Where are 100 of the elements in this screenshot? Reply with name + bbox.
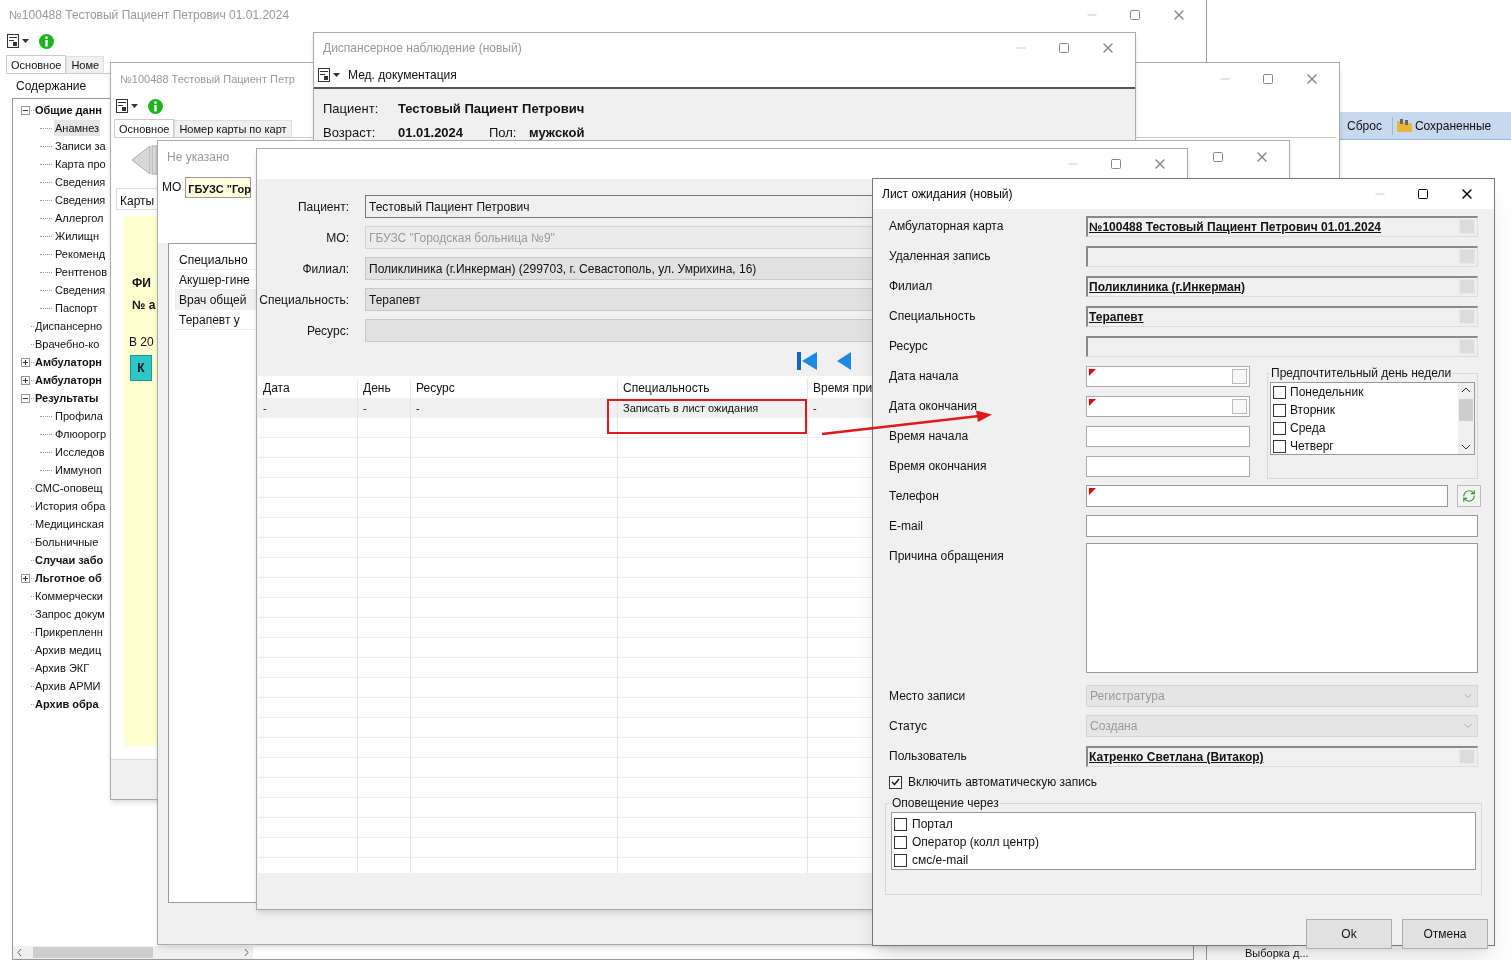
sex-value: мужской [529,124,585,143]
open-button[interactable]: К [130,355,152,381]
organization-field[interactable]: ГБУЗС "Гор [185,176,252,198]
tree-item[interactable]: Коммерчески [35,587,103,605]
calendar-button[interactable] [1232,368,1247,384]
tree-item[interactable]: Жилищн [54,227,100,245]
checkbox[interactable] [1273,421,1286,435]
tree-item[interactable]: Общие данн [35,101,102,119]
field-label: Пользователь [889,748,968,765]
tree-item[interactable]: Льготное об [35,569,102,587]
required-marker-icon [1089,368,1096,376]
tree-item[interactable]: Архив ЭКГ [35,659,90,677]
document-icon[interactable] [116,99,128,113]
tab[interactable]: Номер карты по карт [174,120,292,137]
tree-item[interactable]: Исследов [54,443,106,461]
info-icon[interactable] [39,33,54,49]
tree-item[interactable]: Результаты [35,389,99,407]
tree-item[interactable]: СМС-оповещ [35,479,103,497]
first-page-icon[interactable] [797,352,817,370]
collapse-icon[interactable] [21,393,30,403]
checkbox[interactable] [1273,385,1286,399]
reset-button[interactable]: Сброс [1347,116,1382,135]
tree-item[interactable]: Анамнез [54,119,101,137]
tab[interactable]: Карты [116,188,158,210]
tab[interactable]: Основное [114,119,175,137]
tree-item[interactable]: Амбулаторн [35,371,102,389]
group-title: Содержание [15,78,88,95]
tree-item[interactable]: Больничные [35,533,99,551]
tab[interactable]: Основное [6,55,67,73]
tree-item[interactable]: Карта про [54,155,107,173]
reason-textarea[interactable] [1086,543,1478,673]
caret-icon[interactable] [333,73,340,77]
expand-icon[interactable] [21,573,30,583]
tree-item[interactable]: Амбулаторн [35,353,102,371]
checkbox[interactable] [894,835,907,849]
caret-icon[interactable] [22,39,29,43]
dialog-button[interactable]: Ok [1306,919,1392,949]
calendar-button[interactable] [1232,398,1247,414]
lookup-field[interactable] [1086,245,1478,267]
email-field[interactable] [1086,515,1478,537]
time-field[interactable] [1086,425,1250,447]
checkbox[interactable] [1273,403,1286,417]
tree-item[interactable]: Записи за [54,137,107,155]
date-field[interactable] [1086,395,1250,417]
tree-item[interactable]: Диспансерно [35,317,103,335]
group-title: Предпочтительный день недели [1270,366,1453,380]
checkbox[interactable] [894,817,907,831]
document-icon[interactable] [7,34,19,48]
tree-item[interactable]: Профила [54,407,104,425]
lookup-field[interactable]: Терапевт [1086,305,1478,327]
phone-field[interactable] [1086,485,1448,507]
previous-page-icon[interactable] [835,352,851,370]
lookup-field[interactable]: Катренко Светлана (Витакор) [1086,745,1478,767]
tree-item[interactable]: Архив АРМИ [35,677,101,695]
tree-item[interactable]: Архив обра [35,695,99,713]
maximize-icon[interactable] [1417,188,1429,200]
tree-item[interactable]: Сведения [54,281,107,299]
lookup-field[interactable]: Поликлиника (г.Инкерман) [1086,275,1478,297]
tree-item[interactable]: Аллергол [54,209,105,227]
checkbox[interactable] [889,775,902,789]
tree-item[interactable]: Случаи забо [35,551,104,569]
tree-item[interactable]: Архив медиц [35,641,102,659]
document-icon[interactable] [318,68,330,82]
tree-item[interactable]: История обра [35,497,106,515]
tree-item[interactable]: Флюорогр [54,425,108,443]
dialog-button[interactable]: Отмена [1402,919,1488,949]
tab[interactable]: Номе [66,56,105,73]
tree-item[interactable]: Медицинская [35,515,104,533]
back-arrow-icon[interactable] [130,144,158,176]
tree-item[interactable]: Паспорт [54,299,99,317]
caret-icon[interactable] [131,104,138,108]
lookup-field[interactable]: №100488 Тестовый Пациент Петрович 01.01.2024 [1086,215,1478,237]
expand-icon[interactable] [21,375,30,385]
tree-item[interactable]: Врачебно-ко [35,335,100,353]
scrollbar[interactable] [1458,383,1474,454]
expand-icon[interactable] [21,357,30,367]
checkbox-label: Оператор (колл центр) [912,834,1039,851]
tree-item[interactable]: Рентгенов [54,263,108,281]
collapse-icon[interactable] [21,105,30,115]
checkbox[interactable] [894,853,907,867]
scrollbar[interactable] [13,946,253,959]
window-title: №100488 Тестовый Пациент Петрович 01.01.2024 [9,7,290,24]
checkbox-label: Понедельник [1290,384,1364,401]
checkbox[interactable] [1273,439,1286,453]
tree-item[interactable]: Прикрепленн [35,623,103,641]
tree-item[interactable]: Рекоменд [54,245,107,263]
time-field[interactable] [1086,455,1250,477]
lookup-field[interactable] [1086,335,1478,357]
info-icon[interactable] [148,98,163,114]
tree-item[interactable]: Запрос докум [35,605,105,623]
tree-item[interactable]: Сведения [54,191,107,209]
saved-menu-button[interactable]: Сохраненные [1391,116,1492,135]
field-label: МО: [325,229,350,247]
checkbox-label: Вторник [1290,402,1335,419]
date-field[interactable] [1086,365,1250,387]
field-label: Телефон [889,488,940,505]
refresh-button[interactable] [1457,485,1481,507]
tree-item[interactable]: Сведения [54,173,107,191]
tree-item[interactable]: Иммуноп [54,461,103,479]
menu-item[interactable]: Мед. документация [348,66,457,84]
